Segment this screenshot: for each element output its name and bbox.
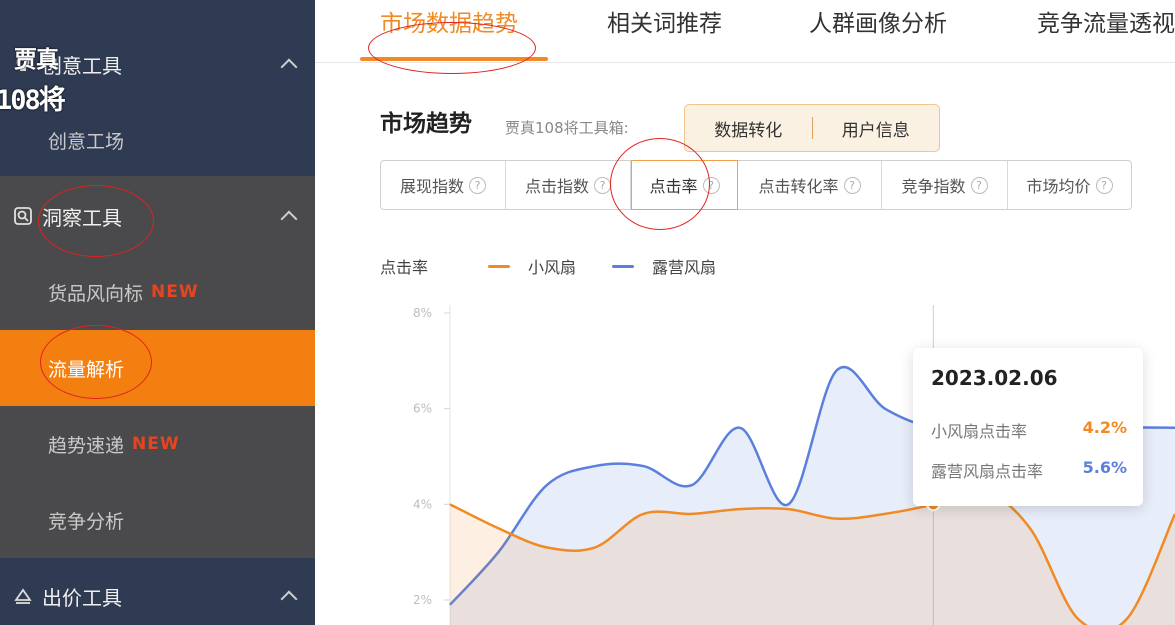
new-badge: NEW bbox=[151, 282, 199, 302]
sidebar-item-label: 趋势速递 bbox=[48, 434, 125, 457]
tooltip-value: 4.2% bbox=[1082, 418, 1127, 437]
chevron-up-icon[interactable] bbox=[280, 210, 298, 228]
legend-label: 小风扇 bbox=[528, 258, 577, 277]
metric-label: 市场均价 bbox=[1026, 177, 1091, 196]
new-badge: NEW bbox=[132, 434, 180, 454]
metric-tab-impression-index[interactable]: 展现指数? bbox=[381, 161, 506, 209]
help-icon[interactable]: ? bbox=[970, 176, 988, 194]
top-tab-bar: 市场数据趋势 相关词推荐 人群画像分析 竞争流量透视 bbox=[315, 0, 1175, 63]
y-tick-label: 8% bbox=[413, 306, 432, 320]
sidebar-item-competition-analysis[interactable]: 竞争分析 bbox=[0, 484, 315, 556]
chevron-up-icon[interactable] bbox=[280, 58, 298, 76]
metric-tab-click-rate[interactable]: 点击率? bbox=[631, 160, 738, 210]
sidebar-group-label: 洞察工具 bbox=[42, 205, 122, 230]
metric-tab-click-index[interactable]: 点击指数? bbox=[506, 161, 631, 209]
metric-label: 点击率 bbox=[649, 177, 698, 196]
help-icon[interactable]: ? bbox=[843, 176, 861, 194]
help-icon[interactable]: ? bbox=[469, 176, 486, 194]
help-icon[interactable]: ? bbox=[1095, 176, 1113, 194]
toolbox-segmented-control: 数据转化 用户信息 bbox=[684, 104, 940, 152]
tooltip-value: 5.6% bbox=[1082, 458, 1127, 477]
toolbox-label: 贾真108将工具箱: bbox=[505, 119, 629, 137]
y-tick-label: 4% bbox=[413, 497, 432, 511]
sidebar-item-trend-express[interactable]: 趋势速递 NEW bbox=[0, 408, 315, 480]
metric-label: 点击指数 bbox=[524, 177, 589, 196]
logo-text-top: 贾真 bbox=[14, 47, 59, 73]
metric-tabs: 展现指数? 点击指数? 点击率? 点击转化率? 竞争指数? 市场均价? bbox=[380, 160, 1132, 210]
tab-market-trend[interactable]: 市场数据趋势 bbox=[380, 4, 518, 38]
metric-tab-competition-index[interactable]: 竞争指数? bbox=[882, 161, 1008, 209]
legend-label: 露营风扇 bbox=[652, 258, 717, 277]
tooltip-label: 小风扇点击率 bbox=[931, 422, 1028, 441]
chart-y-label: 点击率 bbox=[380, 258, 429, 277]
sidebar-item-label: 货品风向标 bbox=[48, 282, 144, 305]
tooltip-row-small-fan: 小风扇点击率 4.2% bbox=[931, 418, 1127, 442]
legend-swatch bbox=[612, 264, 634, 268]
active-tab-indicator bbox=[360, 57, 548, 61]
insight-icon bbox=[12, 205, 34, 227]
legend-item-small-fan[interactable]: 小风扇 bbox=[488, 254, 576, 278]
sidebar-item-traffic-analysis[interactable]: 流量解析 bbox=[0, 330, 315, 406]
y-tick-label: 2% bbox=[413, 593, 432, 607]
sidebar-item-label: 竞争分析 bbox=[48, 510, 125, 533]
logo-text-bottom: 108将 bbox=[0, 85, 66, 116]
metric-tab-click-conversion-rate[interactable]: 点击转化率? bbox=[738, 161, 882, 209]
tab-related-words[interactable]: 相关词推荐 bbox=[607, 4, 722, 38]
metric-label: 点击转化率 bbox=[758, 177, 839, 196]
tooltip-label: 露营风扇点击率 bbox=[931, 462, 1044, 481]
sidebar-item-product-trend[interactable]: 货品风向标 NEW bbox=[0, 256, 315, 328]
watermark-logo: 贾真 108将 bbox=[0, 40, 80, 118]
bid-icon bbox=[12, 585, 34, 607]
tab-competition-traffic[interactable]: 竞争流量透视 bbox=[1037, 4, 1175, 38]
tooltip-row-camping-fan: 露营风扇点击率 5.6% bbox=[931, 458, 1127, 482]
y-tick-label: 6% bbox=[413, 402, 432, 416]
chart-tooltip: 2023.02.06 小风扇点击率 4.2% 露营风扇点击率 5.6% bbox=[913, 348, 1143, 506]
metric-tab-market-avg-price[interactable]: 市场均价? bbox=[1008, 161, 1131, 209]
help-icon[interactable]: ? bbox=[702, 176, 720, 194]
tooltip-date: 2023.02.06 bbox=[931, 366, 1058, 390]
sidebar-group-label: 出价工具 bbox=[42, 585, 122, 610]
section-title: 市场趋势 bbox=[380, 111, 472, 137]
sidebar-group-insight-tools[interactable]: 洞察工具 bbox=[0, 180, 315, 252]
help-icon[interactable]: ? bbox=[594, 176, 611, 194]
data-conversion-button[interactable]: 数据转化 bbox=[685, 116, 812, 141]
sidebar-group-bid-tools[interactable]: 出价工具 bbox=[0, 564, 315, 625]
tab-audience-profile[interactable]: 人群画像分析 bbox=[809, 4, 947, 38]
user-info-button[interactable]: 用户信息 bbox=[813, 116, 940, 141]
chevron-up-icon[interactable] bbox=[280, 590, 298, 608]
legend-item-camping-fan[interactable]: 露营风扇 bbox=[612, 254, 716, 278]
metric-label: 竞争指数 bbox=[901, 177, 966, 196]
legend-swatch bbox=[488, 264, 510, 268]
sidebar-item-label: 创意工场 bbox=[48, 130, 125, 153]
sidebar-item-label: 流量解析 bbox=[48, 358, 125, 381]
metric-label: 展现指数 bbox=[399, 177, 464, 196]
